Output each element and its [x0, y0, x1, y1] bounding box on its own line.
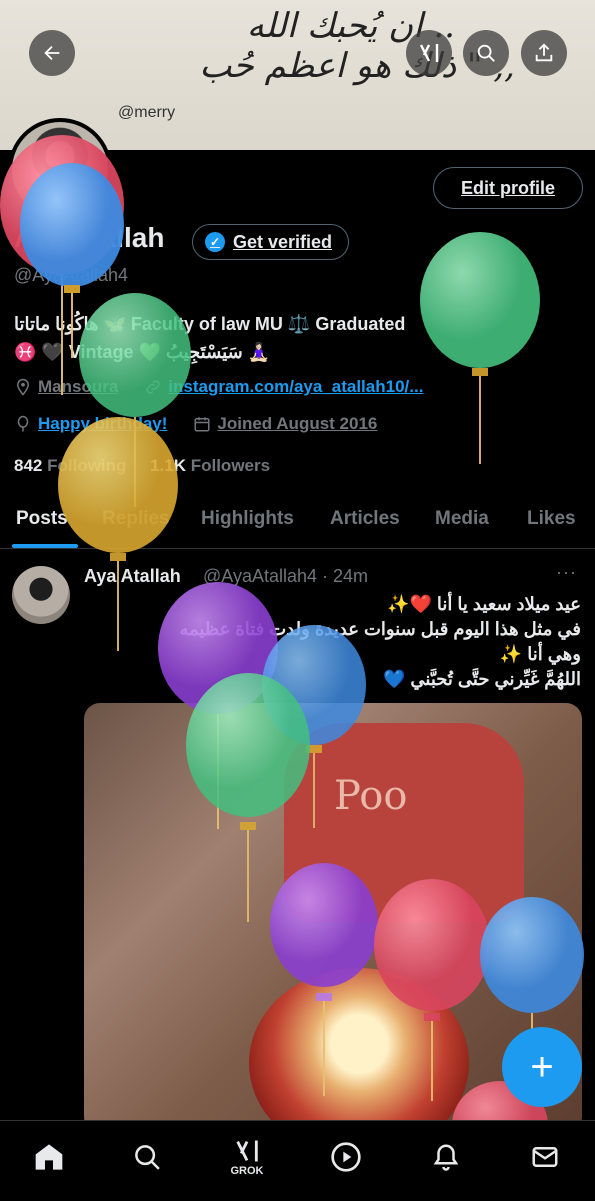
location-text: Mansoura	[38, 377, 119, 396]
profile-tabs: Posts Replies Highlights Articles Media …	[0, 498, 595, 549]
balloon-green-1	[420, 232, 540, 464]
bottom-navigation: GROK	[0, 1120, 595, 1201]
tab-highlights[interactable]: Highlights	[201, 508, 294, 530]
follow-stats: 842 Following 1.1K Followers	[14, 456, 270, 476]
compose-post-button[interactable]: +	[502, 1027, 582, 1107]
bell-icon	[433, 1144, 459, 1171]
tab-replies[interactable]: Replies	[102, 508, 170, 530]
joined-date: Joined August 2016	[217, 414, 378, 433]
location-pin-icon	[16, 378, 30, 396]
verified-badge-icon: ✓	[205, 232, 225, 252]
followers-label: Followers	[190, 456, 271, 475]
pooh-shirt-text: Poo	[334, 773, 408, 819]
plus-icon: +	[530, 1044, 554, 1089]
arrow-left-icon	[44, 45, 60, 61]
following-label: Following	[47, 456, 127, 475]
post-text: عيد ميلاد سعيد يا أنا ❤️✨ في مثل هذا الي…	[179, 594, 581, 689]
nav-home[interactable]	[31, 1139, 67, 1175]
play-icon	[331, 1142, 361, 1172]
website-link[interactable]: instagram.com/aya_atallah10/...	[168, 377, 423, 397]
nav-video[interactable]	[328, 1139, 364, 1175]
profile-avatar[interactable]	[8, 118, 112, 222]
followers-count: 1.1K	[150, 456, 186, 475]
link-icon	[146, 380, 160, 394]
location-row: Mansoura instagram.com/aya_atallah10/...	[14, 377, 423, 397]
edit-profile-button[interactable]: Edit profile	[433, 167, 583, 209]
calendar-icon	[194, 417, 210, 432]
following-count: 842	[14, 456, 43, 475]
active-tab-indicator	[12, 544, 78, 548]
search-icon	[135, 1145, 160, 1170]
nav-search[interactable]	[129, 1139, 165, 1175]
home-icon	[35, 1144, 63, 1170]
grok-icon	[419, 44, 439, 62]
search-icon	[477, 44, 495, 62]
more-options-icon[interactable]: ···	[556, 562, 577, 583]
tab-likes[interactable]: Likes	[527, 508, 576, 530]
followers-link[interactable]: 1.1K Followers	[150, 456, 270, 475]
tab-media[interactable]: Media	[435, 508, 489, 530]
grok-button[interactable]	[406, 30, 452, 76]
nav-grok[interactable]: GROK	[229, 1133, 265, 1181]
search-button[interactable]	[463, 30, 509, 76]
nav-messages[interactable]	[527, 1139, 563, 1175]
profile-name: Aya Atallah	[14, 222, 165, 253]
share-button[interactable]	[521, 30, 567, 76]
grok-label: GROK	[230, 1165, 264, 1177]
following-link[interactable]: 842 Following	[14, 456, 126, 475]
grok-icon	[236, 1140, 258, 1162]
birthday-link[interactable]: Happy birthday!	[38, 414, 167, 434]
nav-notifications[interactable]	[428, 1139, 464, 1175]
mail-icon	[532, 1147, 558, 1167]
share-icon	[535, 43, 553, 62]
back-button[interactable]	[29, 30, 75, 76]
get-verified-label: Get verified	[233, 231, 333, 252]
tab-articles[interactable]: Articles	[330, 508, 400, 530]
post-author-name[interactable]: Aya Atallah	[84, 566, 181, 587]
get-verified-button[interactable]: ✓ Get verified	[192, 224, 350, 260]
post-avatar[interactable]	[12, 566, 70, 624]
banner-handle: @merry	[118, 104, 176, 121]
bio-line-1: هاكُونا ماتاتا 🦋 Faculty of law MU ⚖️ Gr…	[14, 314, 406, 334]
tab-posts[interactable]: Posts	[16, 508, 68, 530]
bio-line-2: ♓ 🖤 Vintage 💚 سَيَسْتَجِيبُ 🧘🏻‍♀️	[14, 342, 271, 362]
birthday-candle	[249, 968, 469, 1133]
balloon-icon	[17, 415, 29, 432]
post-meta: @AyaAtallah4 · 24m	[203, 566, 369, 586]
profile-handle: @AyaAtallah4	[14, 265, 129, 285]
pooh-bear-shirt	[284, 723, 524, 923]
birthday-row: Happy birthday! Joined August 2016	[14, 414, 377, 434]
